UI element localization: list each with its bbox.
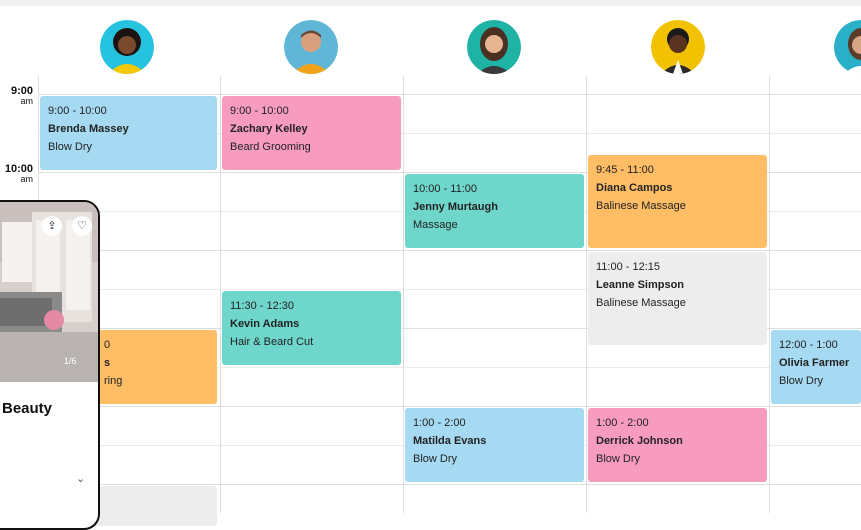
appointment-card[interactable]: 12:00 - 1:00 Olivia Farmer Blow Dry (771, 330, 861, 404)
business-title: Beauty (2, 400, 53, 417)
avatar[interactable] (834, 20, 861, 74)
avatar[interactable] (467, 20, 521, 74)
staff-header (0, 6, 861, 76)
appointment-card[interactable]: 9:45 - 11:00 Diana Campos Balinese Massa… (588, 155, 767, 248)
appointment-card[interactable]: 11:30 - 12:30 Kevin Adams Hair & Beard C… (222, 291, 401, 365)
avatar[interactable] (284, 20, 338, 74)
time-label: 9:00 am (10, 85, 33, 106)
appointment-card[interactable]: 10:00 - 11:00 Jenny Murtaugh Massage (405, 174, 584, 248)
appointment-card[interactable]: 9:00 - 10:00 Zachary Kelley Beard Groomi… (222, 96, 401, 170)
appointment-card[interactable]: 11:00 - 12:15 Leanne Simpson Balinese Ma… (588, 252, 767, 345)
appointment-card[interactable]: 1:00 - 2:00 Derrick Johnson Blow Dry (588, 408, 767, 482)
share-icon[interactable]: ⇪ (42, 216, 62, 236)
heart-icon[interactable]: ♡ (72, 216, 92, 236)
time-label: 10:00 am (4, 163, 33, 184)
chevron-down-icon[interactable]: ⌄ (76, 472, 85, 485)
appointment-card[interactable]: 9:00 - 10:00 Brenda Massey Blow Dry (40, 96, 217, 170)
avatar[interactable] (651, 20, 705, 74)
calendar-grid: 9:00 - 10:00 Brenda Massey Blow Dry 9:00… (38, 76, 861, 526)
phone-preview[interactable]: ⇪ ♡ 1/6 Beauty ⌄ (0, 200, 100, 530)
avatar[interactable] (100, 20, 154, 74)
appointment-card[interactable]: 1:00 - 2:00 Matilda Evans Blow Dry (405, 408, 584, 482)
photo-counter: 1/6 (64, 356, 77, 366)
